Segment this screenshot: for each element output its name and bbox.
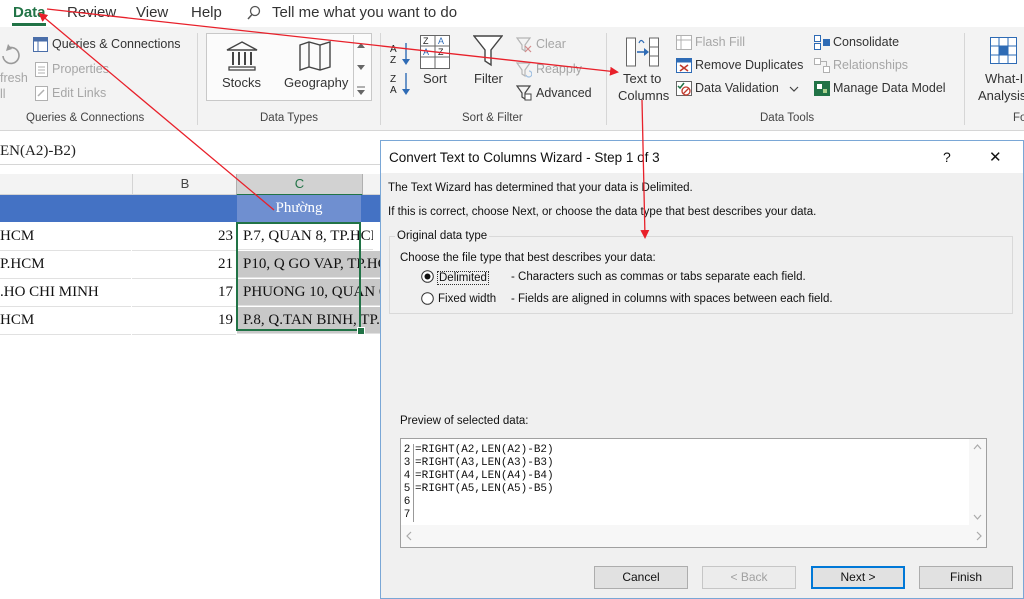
arrow-to-dialog — [640, 99, 650, 239]
arrow-column-to-data-tab — [38, 12, 275, 211]
arrow-data-to-text-to-columns — [46, 8, 619, 76]
annotation-arrows — [38, 8, 650, 239]
